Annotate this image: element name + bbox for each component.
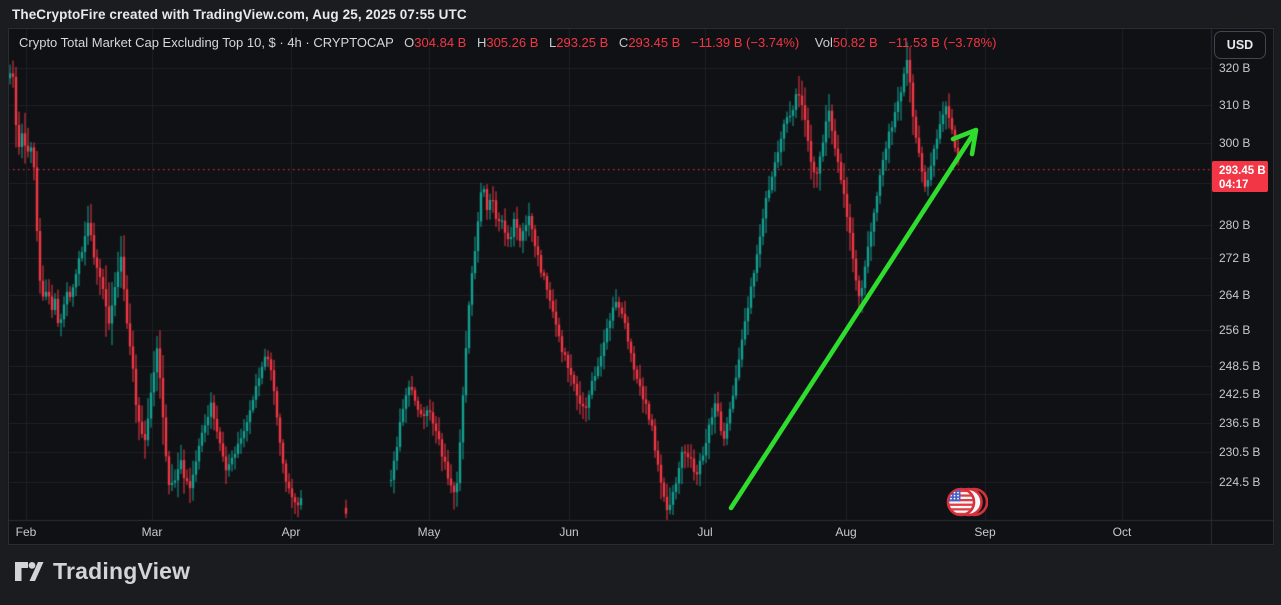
time-tick-label: Oct (1112, 525, 1132, 539)
price-tick-label: 272 B (1219, 251, 1251, 265)
attribution-bar: TheCryptoFire created with TradingView.c… (0, 0, 1281, 28)
time-tick-label: Feb (15, 525, 37, 539)
tradingview-logo-icon (15, 561, 44, 581)
legend-low-value: 293.25 B (556, 35, 609, 50)
legend-volume-label: Vol (814, 35, 833, 50)
price-tick-label: 256 B (1219, 323, 1251, 337)
us-flag-sticker[interactable] (941, 485, 989, 519)
price-tick-label: 236.5 B (1219, 416, 1261, 430)
price-tick-label: 310 B (1219, 98, 1251, 112)
legend-close-label: C (618, 35, 629, 50)
time-tick-label: Mar (141, 525, 163, 539)
chart-legend[interactable]: Crypto Total Market Cap Excluding Top 10… (19, 35, 996, 50)
time-tick-label: May (417, 525, 441, 539)
tradingview-logo[interactable]: TradingView (14, 558, 190, 585)
legend-open-value: 304.84 B (414, 35, 467, 50)
legend-volume-change: −11.53 B (−3.78%) (888, 35, 997, 50)
time-tick-label: Jun (559, 525, 579, 539)
tradingview-screenshot: TheCryptoFire created with TradingView.c… (0, 0, 1281, 605)
legend-close-value: 293.45 B (628, 35, 681, 50)
price-tick-label: 248.5 B (1219, 359, 1261, 373)
time-axis[interactable]: Feb Mar Apr May Jun Jul Aug Sep Oct (8, 520, 1211, 545)
legend-change-value: −11.39 B (−3.74%) (690, 35, 800, 50)
price-tick-label: 224.5 B (1219, 475, 1261, 489)
price-tick-label: 264 B (1219, 288, 1251, 302)
price-tick-label: 242.5 B (1219, 387, 1261, 401)
time-tick-label: Aug (835, 525, 857, 539)
price-tick-label: 320 B (1219, 61, 1251, 75)
candlestick-chart[interactable] (0, 0, 1281, 605)
us-flag-icon (946, 487, 976, 517)
legend-high-label: H (476, 35, 487, 50)
price-tick-label: 230.5 B (1219, 445, 1261, 459)
attribution-text: TheCryptoFire created with TradingView.c… (12, 6, 467, 22)
time-tick-label: Apr (281, 525, 301, 539)
legend-volume-value: 50.82 B (832, 35, 878, 50)
price-tick-label: 300 B (1219, 136, 1251, 150)
price-tick-label: 280 B (1219, 218, 1251, 232)
time-tick-label: Jul (697, 525, 713, 539)
legend-open-label: O (404, 35, 415, 50)
legend-high-value: 305.26 B (486, 35, 539, 50)
legend-title: Crypto Total Market Cap Excluding Top 10… (19, 35, 394, 50)
price-axis[interactable]: 320 B 310 B 300 B 280 B 272 B 264 B 256 B 248.5… (1212, 28, 1274, 520)
time-tick-label: Sep (974, 525, 996, 539)
tradingview-logo-text: TradingView (53, 558, 191, 584)
